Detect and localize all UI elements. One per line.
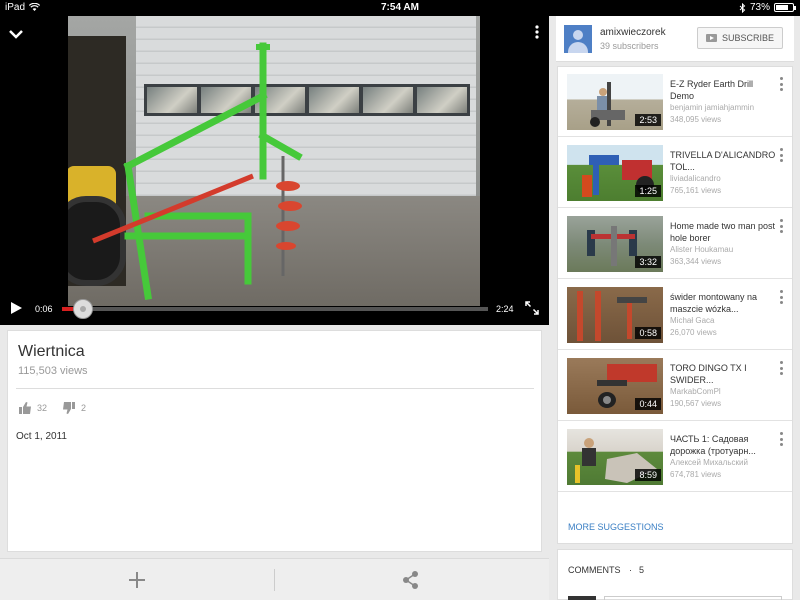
- suggestion-views: 674,781 views: [670, 470, 722, 479]
- channel-avatar[interactable]: [564, 25, 592, 53]
- suggestion-duration: 0:44: [635, 398, 661, 410]
- minimize-chevron-icon[interactable]: [8, 26, 24, 44]
- suggestion-views: 765,161 views: [670, 186, 722, 195]
- suggestion-author: Alister Houkamau: [670, 245, 734, 254]
- video-player[interactable]: 0:06 2:24: [0, 16, 549, 325]
- seek-bar[interactable]: [62, 307, 488, 311]
- more-vertical-icon[interactable]: [780, 290, 784, 304]
- suggestion-author: Алексей Михальский: [670, 458, 748, 467]
- more-suggestions-link[interactable]: MORE SUGGESTIONS: [568, 522, 664, 532]
- comments-count: 5: [639, 565, 645, 575]
- status-time: 7:54 AM: [381, 2, 419, 13]
- thumbs-down-icon: [63, 402, 75, 414]
- more-vertical-icon[interactable]: [780, 148, 784, 162]
- subscriber-count: 39 subscribers: [600, 41, 659, 51]
- comment-input[interactable]: [604, 596, 782, 600]
- suggestion-views: 26,070 views: [670, 328, 717, 337]
- suggestion-views: 348,095 views: [670, 115, 722, 124]
- more-vertical-icon[interactable]: [780, 77, 784, 91]
- add-to-playlist-icon[interactable]: [124, 567, 150, 593]
- suggestion-item[interactable]: 3:32 Home made two man post hole borer A…: [558, 209, 792, 279]
- thumbs-up-icon: [19, 402, 31, 414]
- bluetooth-icon: [739, 2, 746, 13]
- more-vertical-icon[interactable]: [780, 432, 784, 446]
- suggestion-thumbnail[interactable]: 8:59: [567, 429, 663, 485]
- share-icon[interactable]: [398, 567, 424, 593]
- suggestion-duration: 3:32: [635, 256, 661, 268]
- suggestion-thumbnail[interactable]: 0:58: [567, 287, 663, 343]
- dislike-count: 2: [81, 403, 87, 413]
- status-bar: iPad 7:54 AM 73%: [0, 0, 800, 16]
- suggestion-item[interactable]: 0:58 świder montowany na maszcie wózka..…: [558, 280, 792, 350]
- suggestion-duration: 8:59: [635, 469, 661, 481]
- bottom-action-bar: [0, 558, 549, 600]
- suggestion-thumbnail[interactable]: 2:53: [567, 74, 663, 130]
- video-frame: [68, 16, 480, 306]
- subscribe-label: SUBSCRIBE: [721, 33, 774, 43]
- battery-icon: [774, 3, 796, 12]
- youtube-icon: [705, 34, 717, 42]
- comments-label: COMMENTS: [568, 565, 621, 575]
- suggestion-item[interactable]: 0:44 TORO DINGO TX I SWIDER... MarkabCom…: [558, 351, 792, 421]
- suggestion-author: benjamin jamiahjammin: [670, 103, 755, 112]
- current-time: 0:06: [35, 304, 53, 314]
- suggestion-duration: 1:25: [635, 185, 661, 197]
- suggestion-author: liviadalicandro: [670, 174, 721, 183]
- status-right: 73%: [739, 2, 796, 13]
- video-title: Wiertnica: [18, 343, 85, 360]
- comments-separator: ·: [629, 565, 632, 575]
- suggestion-title[interactable]: E-Z Ryder Earth Drill Demo: [670, 78, 776, 102]
- battery-percent: 73%: [749, 2, 770, 13]
- video-info-card: Wiertnica 115,503 views 32 2 Oct 1, 2011: [7, 330, 542, 552]
- post-hole-digger: [92, 42, 303, 300]
- suggestion-author: MarkabComPl: [670, 387, 721, 396]
- view-count: 115,503 views: [18, 365, 88, 377]
- suggestion-duration: 0:58: [635, 327, 661, 339]
- more-vertical-icon[interactable]: [780, 361, 784, 375]
- suggestion-item[interactable]: 2:53 E-Z Ryder Earth Drill Demo benjamin…: [558, 67, 792, 137]
- more-vertical-icon[interactable]: [780, 219, 784, 233]
- suggestion-thumbnail[interactable]: 3:32: [567, 216, 663, 272]
- more-options-icon[interactable]: [535, 25, 539, 44]
- publish-date: Oct 1, 2011: [16, 431, 67, 442]
- comments-section: COMMENTS · 5: [557, 549, 793, 600]
- like-button[interactable]: 32: [18, 401, 47, 415]
- suggestion-thumbnail[interactable]: 0:44: [567, 358, 663, 414]
- suggestion-title[interactable]: Home made two man post hole borer: [670, 220, 776, 244]
- suggestion-title[interactable]: ЧАСТЬ 1: Садовая дорожка (тротуарн...: [670, 433, 776, 457]
- suggestion-views: 363,344 views: [670, 257, 722, 266]
- suggestion-thumbnail[interactable]: 1:25: [567, 145, 663, 201]
- seek-handle[interactable]: [73, 299, 94, 319]
- suggestions-list: 2:53 E-Z Ryder Earth Drill Demo benjamin…: [557, 66, 793, 544]
- divider: [16, 388, 534, 389]
- fullscreen-icon[interactable]: [525, 301, 539, 315]
- channel-name[interactable]: amixwieczorek: [600, 27, 666, 38]
- suggestion-views: 190,567 views: [670, 399, 722, 408]
- suggestion-item[interactable]: 8:59 ЧАСТЬ 1: Садовая дорожка (тротуарн.…: [558, 422, 792, 492]
- suggestion-title[interactable]: TORO DINGO TX I SWIDER...: [670, 362, 776, 386]
- suggestion-item[interactable]: 1:25 TRIVELLA D'ALICANDRO TOL... liviada…: [558, 138, 792, 208]
- subscribe-button[interactable]: SUBSCRIBE: [697, 27, 783, 49]
- user-avatar: [568, 596, 596, 600]
- play-button[interactable]: [11, 302, 22, 314]
- channel-card: amixwieczorek 39 subscribers SUBSCRIBE: [556, 16, 794, 62]
- total-time: 2:24: [496, 304, 514, 314]
- player-controls: 0:06 2:24: [0, 298, 549, 322]
- suggestion-duration: 2:53: [635, 114, 661, 126]
- suggestion-title[interactable]: TRIVELLA D'ALICANDRO TOL...: [670, 149, 776, 173]
- dislike-button[interactable]: 2: [62, 401, 86, 415]
- like-count: 32: [37, 403, 48, 413]
- suggestion-title[interactable]: świder montowany na maszcie wózka...: [670, 291, 776, 315]
- suggestion-author: Michał Gaca: [670, 316, 715, 325]
